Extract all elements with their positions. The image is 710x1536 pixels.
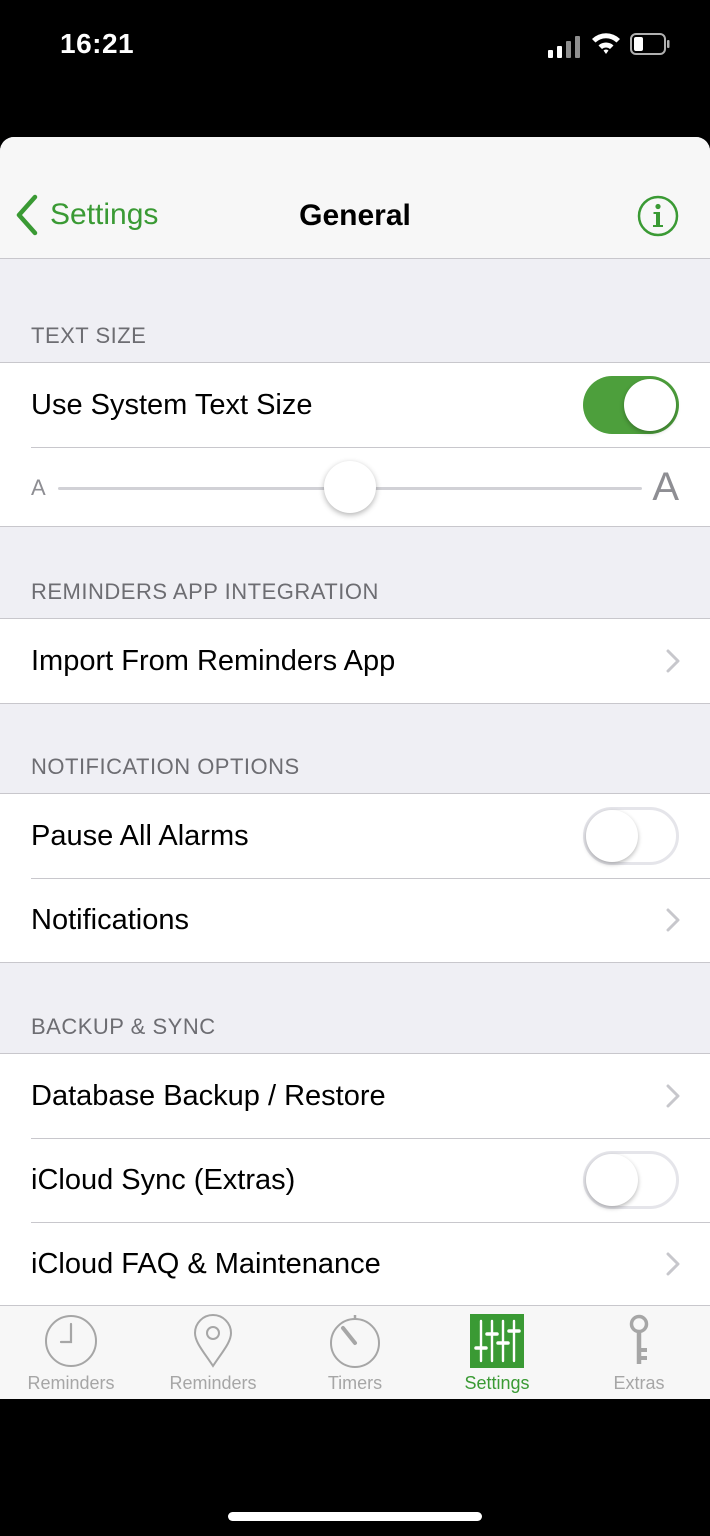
reminders-group: Import From Reminders App (0, 618, 710, 704)
chevron-right-icon (666, 908, 680, 932)
section-header-reminders: REMINDERS APP INTEGRATION (31, 579, 379, 604)
tab-reminders-location[interactable]: Reminders (142, 1306, 284, 1399)
pause-all-alarms-row: Pause All Alarms (0, 794, 710, 878)
icloud-sync-row: iCloud Sync (Extras) (0, 1138, 710, 1222)
page-title: General (299, 199, 411, 232)
backup-group: Database Backup / Restore iCloud Sync (E… (0, 1053, 710, 1307)
text-size-slider-thumb[interactable] (324, 461, 376, 513)
toggle-knob (624, 379, 676, 431)
tab-label: Timers (327, 1373, 383, 1393)
chevron-right-icon (666, 1252, 680, 1276)
tab-label: Reminders (27, 1373, 115, 1393)
location-pin-icon (193, 1314, 233, 1368)
key-icon (629, 1314, 649, 1364)
import-from-reminders-label: Import From Reminders App (31, 644, 396, 677)
home-indicator (228, 1512, 482, 1521)
chevron-right-icon (666, 1084, 680, 1108)
pause-all-alarms-label: Pause All Alarms (31, 819, 249, 852)
database-backup-row[interactable]: Database Backup / Restore (0, 1054, 710, 1138)
import-from-reminders-row[interactable]: Import From Reminders App (0, 619, 710, 703)
toggle-knob (586, 810, 638, 862)
tab-timers[interactable]: Timers (284, 1306, 426, 1399)
chevron-right-icon (666, 649, 680, 673)
tab-reminders-time[interactable]: Reminders (0, 1306, 142, 1399)
notifications-row[interactable]: Notifications (0, 878, 710, 962)
pause-all-alarms-toggle[interactable] (583, 807, 679, 865)
status-bar: 16:21 (0, 0, 710, 90)
tab-extras[interactable]: Extras (568, 1306, 710, 1399)
sliders-icon (470, 1314, 524, 1368)
info-icon[interactable] (637, 195, 679, 237)
use-system-text-size-label: Use System Text Size (31, 388, 313, 421)
navigation-bar: Settings General (0, 137, 710, 259)
tab-label: Reminders (169, 1373, 257, 1393)
toggle-knob (586, 1154, 638, 1206)
battery-icon (630, 33, 670, 55)
text-size-group: Use System Text Size A A (0, 362, 710, 527)
database-backup-label: Database Backup / Restore (31, 1079, 386, 1112)
section-header-backup: BACKUP & SYNC (31, 1014, 216, 1039)
wifi-icon (592, 33, 620, 54)
tab-settings[interactable]: Settings (426, 1306, 568, 1399)
notifications-group: Pause All Alarms Notifications (0, 793, 710, 963)
icloud-faq-row[interactable]: iCloud FAQ & Maintenance (0, 1222, 710, 1306)
large-text-size-label: A (652, 465, 679, 509)
tab-label: Extras (613, 1373, 665, 1393)
icloud-faq-label: iCloud FAQ & Maintenance (31, 1247, 381, 1280)
settings-sheet: Settings General TEXT SIZE Use System Te… (0, 137, 710, 1399)
icloud-sync-label: iCloud Sync (Extras) (31, 1163, 296, 1196)
text-size-slider-row: A A (0, 447, 710, 526)
small-text-size-label: A (31, 475, 46, 500)
status-time: 16:21 (60, 28, 135, 59)
section-header-notifications: NOTIFICATION OPTIONS (31, 754, 300, 779)
use-system-text-size-row: Use System Text Size (0, 363, 710, 447)
icloud-sync-toggle[interactable] (583, 1151, 679, 1209)
tab-bar: Reminders Reminders Timers Settings Extr… (0, 1305, 710, 1399)
stopwatch-icon (330, 1315, 380, 1368)
use-system-text-size-toggle[interactable] (583, 376, 679, 434)
clock-icon (45, 1315, 97, 1367)
tab-label: Settings (464, 1373, 530, 1393)
cellular-signal-icon (548, 34, 582, 58)
notifications-label: Notifications (31, 903, 189, 936)
section-header-text-size: TEXT SIZE (31, 323, 147, 348)
